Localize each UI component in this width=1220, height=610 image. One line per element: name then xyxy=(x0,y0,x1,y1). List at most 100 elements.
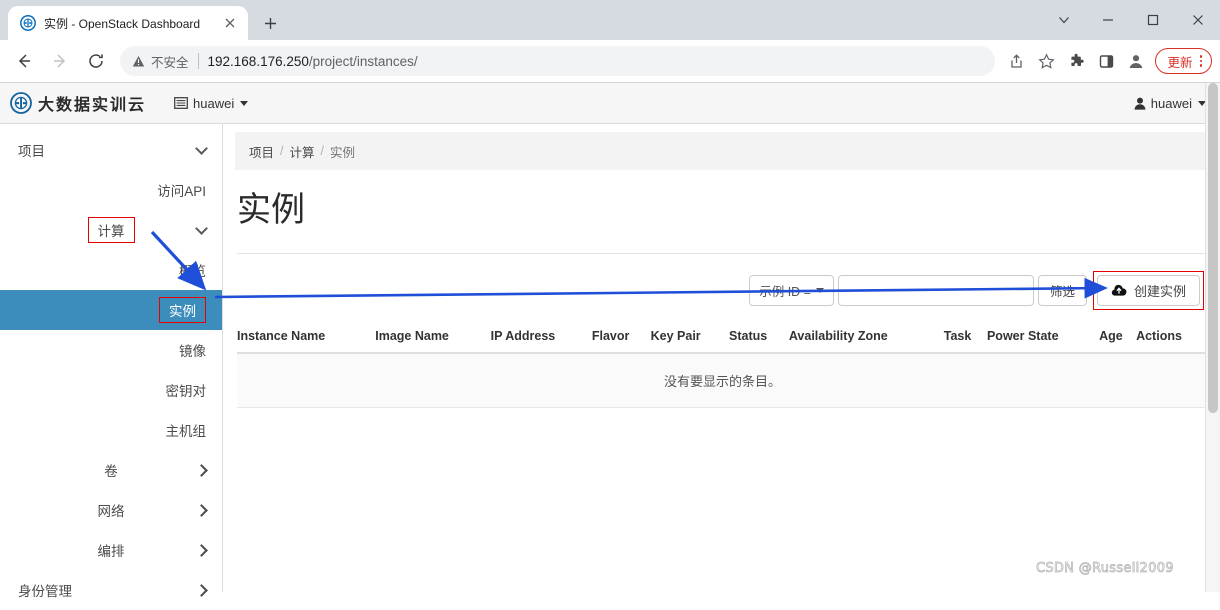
column-header-image-name[interactable]: Image Name xyxy=(375,320,491,354)
chevron-down-icon xyxy=(195,221,208,235)
sidebar-item-images[interactable]: 镜像 xyxy=(0,330,222,370)
sidebar-item-volumes[interactable]: 卷 xyxy=(0,450,222,490)
column-header-key-pair[interactable]: Key Pair xyxy=(650,320,730,354)
browser-titlebar: 实例 - OpenStack Dashboard xyxy=(0,0,1220,40)
omnibox-divider xyxy=(197,53,199,69)
browser-tab-title: 实例 - OpenStack Dashboard xyxy=(44,16,201,31)
address-bar[interactable]: 不安全 192.168.176.250/project/instances/ xyxy=(120,46,996,76)
url-text: 192.168.176.250/project/instances/ xyxy=(208,54,418,69)
sidebar-item-label: 主机组 xyxy=(165,424,207,439)
filter-input[interactable] xyxy=(837,274,1034,306)
chevron-down-icon xyxy=(195,141,208,155)
new-tab-button[interactable] xyxy=(256,9,284,37)
extensions-puzzle-icon[interactable] xyxy=(1061,46,1091,76)
sidebar-item-label: 编排 xyxy=(97,544,125,559)
back-button[interactable] xyxy=(8,45,40,77)
chevron-down-icon xyxy=(815,287,824,293)
update-button-label: 更新 xyxy=(1167,55,1193,70)
breadcrumb-item-instances: 实例 xyxy=(330,145,356,160)
filter-button[interactable]: 筛选 xyxy=(1037,274,1087,306)
instances-table-body: 没有要显示的条目。 xyxy=(237,352,1208,408)
breadcrumb: 项目 / 计算 / 实例 xyxy=(235,132,1208,170)
sidebar-item-network[interactable]: 网络 xyxy=(0,490,222,530)
sidebar-item-label: 计算 xyxy=(87,217,135,243)
sidebar-item-orchestration[interactable]: 编排 xyxy=(0,530,222,570)
window-controls xyxy=(1043,0,1220,40)
sidebar-item-label: 网络 xyxy=(97,504,125,519)
window-minimize-icon[interactable] xyxy=(1085,0,1130,40)
table-empty-message: 没有要显示的条目。 xyxy=(237,352,1208,408)
sidebar-item-compute[interactable]: 计算 xyxy=(0,210,222,250)
breadcrumb-item-compute[interactable]: 计算 xyxy=(290,142,315,161)
project-selector-label: huawei xyxy=(193,95,235,111)
chevron-down-icon xyxy=(240,100,249,106)
sidebar-item-label: 身份管理 xyxy=(18,584,72,599)
filter-field-label: 示例 ID = xyxy=(759,284,811,299)
window-maximize-icon[interactable] xyxy=(1130,0,1175,40)
brand-name: 大数据实训云 xyxy=(38,95,147,114)
column-header-instance-name[interactable]: Instance Name xyxy=(237,320,376,354)
column-header-ip-address[interactable]: IP Address xyxy=(490,320,592,354)
openstack-logo xyxy=(10,92,32,114)
share-icon[interactable] xyxy=(1001,46,1031,76)
sidebar-item-instances[interactable]: 实例 xyxy=(0,290,222,330)
browser-toolbar: 不安全 192.168.176.250/project/instances/ 更… xyxy=(0,40,1220,82)
sidebar-item-identity[interactable]: 身份管理 xyxy=(0,570,222,610)
app-navbar: 大数据实训云 huawei huawei xyxy=(0,83,1220,124)
bookmark-star-icon[interactable] xyxy=(1031,46,1061,76)
side-panel-icon[interactable] xyxy=(1091,46,1121,76)
close-tab-icon[interactable] xyxy=(222,15,238,31)
chevron-right-icon xyxy=(195,463,208,477)
project-selector[interactable]: huawei xyxy=(174,95,249,111)
column-header-availability-zone[interactable]: Availability Zone xyxy=(788,320,944,354)
browser-tab-active[interactable]: 实例 - OpenStack Dashboard xyxy=(8,6,248,40)
sidebar-item-label: 实例 xyxy=(159,297,206,323)
breadcrumb-item-project[interactable]: 项目 xyxy=(249,142,274,161)
window-close-icon[interactable] xyxy=(1175,0,1220,40)
sidebar-item-label: 密钥对 xyxy=(165,384,207,399)
browser-chrome: 实例 - OpenStack Dashboard 不安全 192.168.176… xyxy=(0,0,1220,82)
url-host: 192.168.176.250 xyxy=(207,53,309,69)
sidebar-item-overview[interactable]: 概览 xyxy=(0,250,222,290)
reload-button[interactable] xyxy=(80,45,112,77)
sidebar-item-label: 概览 xyxy=(179,264,206,279)
column-header-status[interactable]: Status xyxy=(729,320,789,354)
main-content: 项目 / 计算 / 实例 实例 示例 ID = 筛选 创建实例 Instance… xyxy=(223,124,1220,592)
profile-avatar-icon[interactable] xyxy=(1121,46,1151,76)
column-header-power-state[interactable]: Power State xyxy=(986,320,1100,354)
chevron-right-icon xyxy=(195,583,208,597)
breadcrumb-separator: / xyxy=(280,144,284,158)
page-scrollbar-thumb[interactable] xyxy=(1208,83,1218,413)
sidebar-item-key-pairs[interactable]: 密钥对 xyxy=(0,370,222,410)
column-header-task[interactable]: Task xyxy=(943,320,987,354)
not-secure-warning-icon xyxy=(132,55,145,68)
sidebar-item-label: 卷 xyxy=(104,464,118,479)
sidebar-item-project[interactable]: 项目 xyxy=(0,130,222,170)
page-scrollbar[interactable] xyxy=(1205,83,1220,592)
filter-field-select[interactable]: 示例 ID = xyxy=(749,274,834,306)
user-icon xyxy=(1134,97,1146,110)
sidebar-item-api-access[interactable]: 访问API xyxy=(0,170,222,210)
update-button[interactable]: 更新 xyxy=(1155,48,1212,74)
sidebar-item-label: 镜像 xyxy=(179,344,206,359)
table-empty-row: 没有要显示的条目。 xyxy=(237,352,1208,408)
sidebar: 项目 访问API 计算 概览 实例 镜像 密钥对 主机组 卷 网络 编排 身份管… xyxy=(0,124,223,599)
breadcrumb-separator: / xyxy=(320,144,324,158)
instances-table-head: Instance Name Image Name IP Address Flav… xyxy=(237,320,1208,354)
column-header-age[interactable]: Age xyxy=(1099,320,1137,354)
column-header-flavor[interactable]: Flavor xyxy=(591,320,651,354)
tab-search-chevron-down-icon[interactable] xyxy=(1043,0,1085,40)
sidebar-item-server-groups[interactable]: 主机组 xyxy=(0,410,222,450)
chevron-right-icon xyxy=(195,543,208,557)
chrome-menu-icon[interactable] xyxy=(1199,55,1202,67)
tab-strip: 实例 - OpenStack Dashboard xyxy=(0,0,284,40)
forward-button xyxy=(44,45,76,77)
url-path: /project/instances/ xyxy=(308,53,418,69)
sidebar-item-label: 项目 xyxy=(18,144,45,159)
launch-instance-button[interactable]: 创建实例 xyxy=(1096,274,1200,306)
brand[interactable]: 大数据实训云 xyxy=(10,91,146,115)
chevron-right-icon xyxy=(195,503,208,517)
launch-instance-annotation-box: 创建实例 xyxy=(1092,270,1204,310)
user-menu[interactable]: huawei xyxy=(1134,96,1206,111)
user-menu-label: huawei xyxy=(1150,95,1192,111)
